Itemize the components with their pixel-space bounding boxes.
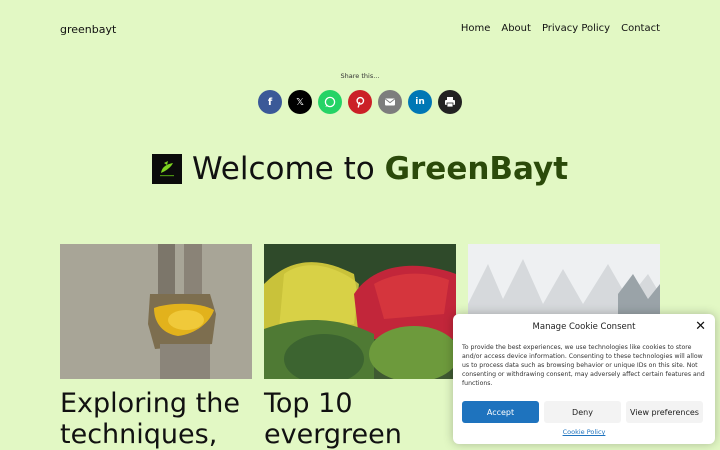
nav-home[interactable]: Home — [461, 23, 491, 34]
share-email-button[interactable] — [378, 90, 402, 114]
share-linkedin-button[interactable]: in — [408, 90, 432, 114]
facebook-icon: f — [267, 96, 273, 108]
share-buttons: f 𝕏 in — [0, 90, 720, 114]
main-nav: Home About Privacy Policy Contact — [461, 23, 660, 34]
x-icon: 𝕏 — [295, 96, 305, 108]
hero: Welcome to GreenBayt — [0, 150, 720, 188]
share-pinterest-button[interactable] — [348, 90, 372, 114]
page-title: Welcome to GreenBayt — [192, 150, 568, 188]
nav-privacy-policy[interactable]: Privacy Policy — [542, 23, 610, 34]
card-image-grafting[interactable] — [60, 244, 252, 379]
close-icon[interactable]: ✕ — [695, 320, 706, 333]
cookie-text: To provide the best experiences, we use … — [462, 344, 705, 387]
view-preferences-button[interactable]: View preferences — [626, 401, 703, 423]
cookie-consent-dialog: Manage Cookie Consent ✕ To provide the b… — [453, 314, 715, 444]
nav-about[interactable]: About — [501, 23, 531, 34]
cookie-policy-link[interactable]: Cookie Policy — [453, 428, 715, 436]
card-title-evergreen[interactable]: Top 10 evergreen — [264, 388, 456, 450]
share-facebook-button[interactable]: f — [258, 90, 282, 114]
whatsapp-icon — [324, 96, 336, 108]
accept-button[interactable]: Accept — [462, 401, 539, 423]
site-title[interactable]: greenbayt — [60, 23, 116, 36]
email-icon — [384, 98, 396, 106]
page-title-prefix: Welcome to — [191, 151, 385, 187]
card-image-evergreen[interactable] — [264, 244, 456, 379]
card-title-grafting[interactable]: Exploring the techniques, — [60, 388, 252, 450]
greenbayt-logo — [151, 154, 182, 184]
share-whatsapp-button[interactable] — [318, 90, 342, 114]
share-x-button[interactable]: 𝕏 — [288, 90, 312, 114]
page-title-brand: GreenBayt — [384, 151, 569, 187]
print-icon — [445, 97, 455, 108]
deny-button[interactable]: Deny — [544, 401, 621, 423]
share-label: Share this... — [340, 72, 380, 80]
cookie-title: Manage Cookie Consent — [532, 322, 636, 332]
nav-contact[interactable]: Contact — [621, 23, 660, 34]
pinterest-icon — [356, 96, 365, 108]
cookie-buttons: Accept Deny View preferences — [462, 401, 703, 423]
linkedin-icon: in — [415, 97, 425, 107]
share-print-button[interactable] — [438, 90, 462, 114]
